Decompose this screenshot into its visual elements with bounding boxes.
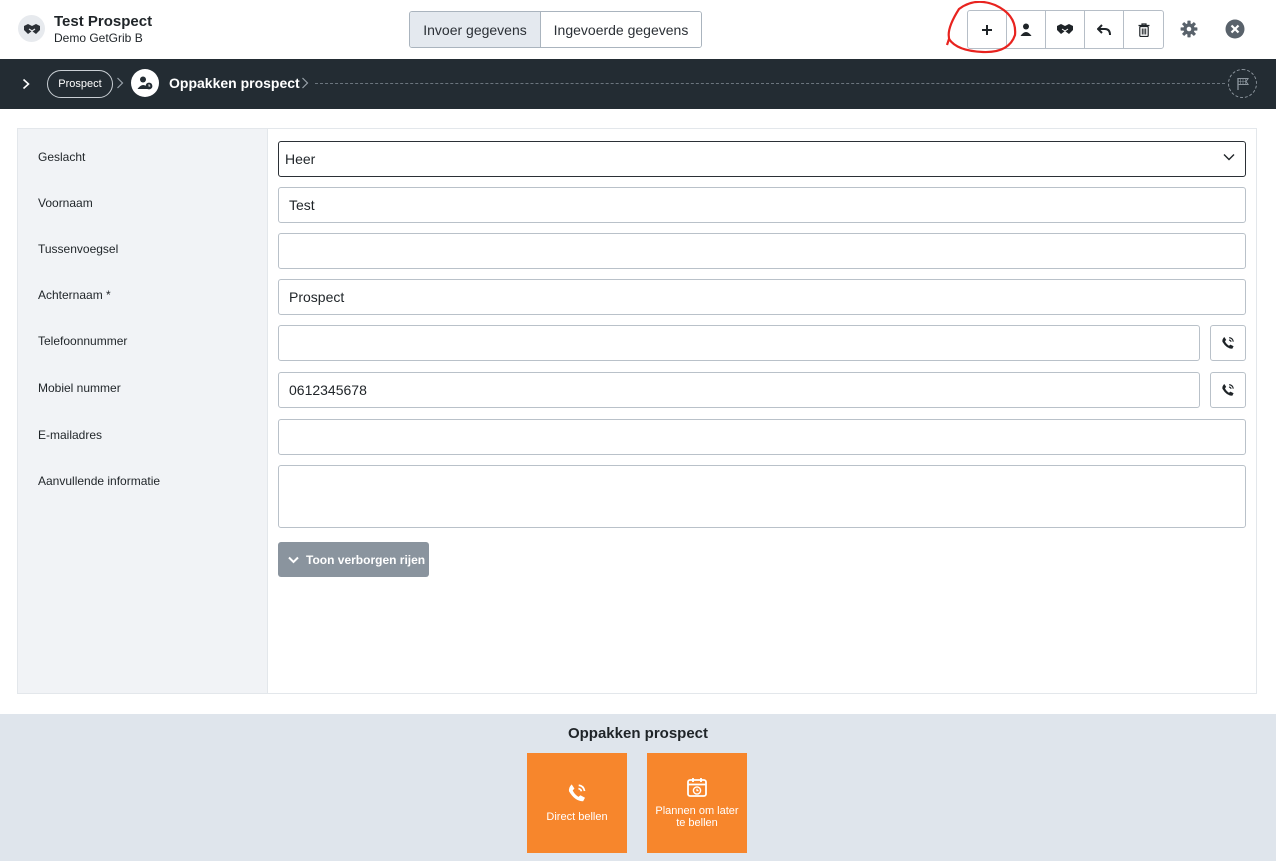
aanvullende-informatie-textarea[interactable]	[278, 465, 1246, 528]
expand-sidebar-button[interactable]	[18, 76, 34, 92]
phone-call-icon	[1222, 337, 1234, 349]
show-hidden-rows-button[interactable]: Toon verborgen rijen	[278, 542, 429, 577]
action-panel-title: Oppakken prospect	[567, 725, 709, 742]
handshake-button[interactable]	[1046, 11, 1085, 48]
finish-flag-icon	[1228, 69, 1257, 98]
gender-select[interactable]: Heer	[278, 141, 1246, 177]
chevron-right-icon	[302, 77, 309, 89]
prospect-name: Test Prospect	[54, 13, 153, 30]
plus-icon	[982, 24, 992, 35]
label-emailadres: E-mailadres	[38, 428, 103, 442]
prospect-actions	[967, 10, 1164, 49]
breadcrumb-prospect[interactable]: Prospect	[47, 70, 113, 98]
show-hidden-rows-label: Toon verborgen rijen	[306, 552, 426, 567]
label-geslacht: Geslacht	[38, 150, 86, 164]
label-tussenvoegsel: Tussenvoegsel	[38, 242, 119, 256]
add-button[interactable]	[968, 11, 1007, 48]
chevron-right-icon	[117, 77, 124, 89]
label-mobiel-nummer: Mobiel nummer	[38, 381, 121, 395]
label-achternaam: Achternaam *	[38, 288, 111, 302]
reply-icon	[1097, 23, 1111, 35]
tab-invoer-gegevens[interactable]: Invoer gegevens	[410, 12, 541, 47]
label-voornaam: Voornaam	[38, 196, 93, 210]
emailadres-input[interactable]	[278, 419, 1246, 455]
person-icon	[1020, 23, 1032, 36]
labels-column	[18, 129, 268, 693]
chevron-down-icon	[1223, 154, 1235, 161]
person-button[interactable]	[1007, 11, 1046, 48]
plannen-later-bellen-button[interactable]: Plannen om later te bellen	[647, 753, 747, 853]
trash-icon	[1138, 22, 1149, 37]
chevron-right-icon	[22, 78, 30, 90]
person-clock-icon	[131, 69, 159, 97]
call-mobiel-button[interactable]	[1210, 372, 1246, 408]
handshake-logo-icon	[18, 15, 45, 42]
prospect-form: Geslacht Voornaam Tussenvoegsel Achterna…	[17, 128, 1257, 694]
phone-call-icon	[1222, 384, 1234, 396]
top-bar: Test Prospect Demo GetGrib B Invoer gege…	[0, 0, 1276, 59]
breadcrumb-progress-line	[315, 83, 1225, 84]
close-button[interactable]	[1224, 18, 1246, 40]
phone-call-icon	[567, 781, 587, 805]
calendar-clock-icon	[686, 775, 708, 799]
action-panel: Oppakken prospect Direct bellen Plannen …	[0, 714, 1276, 861]
breadcrumb: Prospect Oppakken prospect	[0, 59, 1276, 109]
label-aanvullende-informatie: Aanvullende informatie	[38, 474, 161, 488]
label-telefoonnummer: Telefoonnummer	[38, 334, 128, 348]
gear-icon	[1180, 20, 1198, 38]
direct-bellen-button[interactable]: Direct bellen	[527, 753, 627, 853]
achternaam-input[interactable]: Prospect	[278, 279, 1246, 315]
chevron-down-icon	[288, 556, 299, 563]
direct-bellen-label: Direct bellen	[546, 811, 608, 823]
call-telefoonnummer-button[interactable]	[1210, 325, 1246, 361]
handshake-icon	[1057, 24, 1073, 34]
breadcrumb-current: Oppakken prospect	[169, 75, 300, 91]
voornaam-input[interactable]: Test	[278, 187, 1246, 223]
close-circle-icon	[1225, 19, 1245, 39]
tussenvoegsel-input[interactable]	[278, 233, 1246, 269]
reply-button[interactable]	[1085, 11, 1124, 48]
delete-button[interactable]	[1124, 11, 1163, 48]
tab-ingevoerde-gegevens[interactable]: Ingevoerde gegevens	[541, 12, 701, 47]
view-tabs: Invoer gegevens Ingevoerde gegevens	[409, 11, 702, 48]
prospect-company: Demo GetGrib B	[54, 31, 143, 45]
telefoonnummer-input[interactable]	[278, 325, 1200, 361]
mobiel-nummer-input[interactable]: 0612345678	[278, 372, 1200, 408]
plannen-later-bellen-label: Plannen om later te bellen	[655, 805, 739, 829]
settings-button[interactable]	[1178, 18, 1200, 40]
gender-value: Heer	[285, 151, 316, 167]
